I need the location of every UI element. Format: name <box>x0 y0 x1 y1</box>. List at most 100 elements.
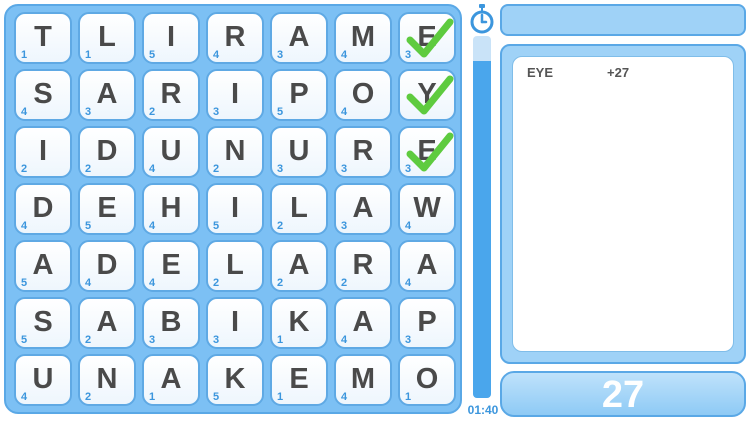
letter-tile[interactable]: Y <box>398 69 456 121</box>
found-word-row: EYE +27 <box>527 65 629 80</box>
letter-tile[interactable]: U4 <box>142 126 200 178</box>
checkmark-icon <box>406 132 454 172</box>
tile-points: 2 <box>85 391 92 403</box>
tile-points: 4 <box>341 49 348 61</box>
tile-points: 3 <box>149 334 156 346</box>
letter-tile[interactable]: U4 <box>14 354 72 406</box>
tile-points: 3 <box>277 163 284 175</box>
tile-points: 2 <box>341 277 348 289</box>
tile-points: 2 <box>149 106 156 118</box>
letter-tile[interactable]: I3 <box>206 297 264 349</box>
tile-points: 4 <box>405 277 412 289</box>
found-words-list: EYE +27 <box>512 56 734 352</box>
tile-points: 4 <box>21 106 28 118</box>
letter-tile[interactable]: E5 <box>78 183 136 235</box>
tile-points: 4 <box>213 49 220 61</box>
letter-tile[interactable]: A1 <box>142 354 200 406</box>
letter-tile[interactable]: A5 <box>14 240 72 292</box>
tile-points: 4 <box>21 220 28 232</box>
letter-tile[interactable]: W4 <box>398 183 456 235</box>
tile-points: 3 <box>341 220 348 232</box>
letter-tile[interactable]: E3 <box>398 126 456 178</box>
tile-points: 4 <box>149 220 156 232</box>
tile-points: 4 <box>149 277 156 289</box>
letter-tile[interactable]: L2 <box>270 183 328 235</box>
found-words-panel: EYE +27 <box>500 44 746 364</box>
letter-tile[interactable]: A3 <box>270 12 328 64</box>
tile-points: 3 <box>277 49 284 61</box>
letter-tile[interactable]: A2 <box>270 240 328 292</box>
letter-tile[interactable]: S5 <box>14 297 72 349</box>
tile-points: 2 <box>213 277 220 289</box>
letter-tile[interactable]: E1 <box>270 354 328 406</box>
found-word-points: +27 <box>607 65 630 80</box>
tile-points: 5 <box>85 220 92 232</box>
letter-tile[interactable]: E4 <box>142 240 200 292</box>
total-score: 27 <box>601 374 645 416</box>
tile-points: 3 <box>341 163 348 175</box>
letter-tile[interactable]: O1 <box>398 354 456 406</box>
tile-points: 1 <box>277 334 284 346</box>
tile-points: 4 <box>85 277 92 289</box>
tile-points: 2 <box>277 220 284 232</box>
tile-points: 1 <box>277 391 284 403</box>
letter-tile[interactable]: B3 <box>142 297 200 349</box>
letter-tile[interactable]: D2 <box>78 126 136 178</box>
letter-tile[interactable]: H4 <box>142 183 200 235</box>
tile-points: 5 <box>21 277 28 289</box>
tile-points: 4 <box>341 391 348 403</box>
letter-tile[interactable]: R4 <box>206 12 264 64</box>
tile-points: 4 <box>21 391 28 403</box>
letter-tile[interactable]: D4 <box>14 183 72 235</box>
tile-points: 2 <box>213 163 220 175</box>
checkmark-icon <box>406 18 454 58</box>
letter-tile[interactable]: M4 <box>334 12 392 64</box>
letter-tile[interactable]: P5 <box>270 69 328 121</box>
letter-tile[interactable]: A2 <box>78 297 136 349</box>
letter-tile[interactable]: K5 <box>206 354 264 406</box>
letter-tile[interactable]: N2 <box>78 354 136 406</box>
letter-tile[interactable]: I5 <box>206 183 264 235</box>
letter-tile[interactable]: S4 <box>14 69 72 121</box>
letter-tile[interactable]: I2 <box>14 126 72 178</box>
tile-points: 5 <box>213 391 220 403</box>
tile-points: 5 <box>213 220 220 232</box>
letter-tile[interactable]: P3 <box>398 297 456 349</box>
letter-tile[interactable]: I5 <box>142 12 200 64</box>
letter-tile[interactable]: U3 <box>270 126 328 178</box>
letter-tile[interactable]: D4 <box>78 240 136 292</box>
tile-points: 2 <box>277 277 284 289</box>
time-remaining-bar <box>473 36 491 398</box>
letter-tile[interactable]: A4 <box>398 240 456 292</box>
found-word: EYE <box>527 65 554 80</box>
tile-points: 4 <box>341 334 348 346</box>
letter-tile[interactable]: T1 <box>14 12 72 64</box>
timer-readout: 01:40 <box>467 403 499 417</box>
letter-tile[interactable]: A3 <box>78 69 136 121</box>
letter-tile[interactable]: A4 <box>334 297 392 349</box>
tile-points: 1 <box>149 391 156 403</box>
stopwatch-icon <box>470 4 494 34</box>
letter-tile[interactable]: N2 <box>206 126 264 178</box>
letter-tile[interactable]: R2 <box>334 240 392 292</box>
letter-tile[interactable]: R3 <box>334 126 392 178</box>
letter-tile[interactable]: M4 <box>334 354 392 406</box>
tile-points: 4 <box>341 106 348 118</box>
letter-tile[interactable]: L2 <box>206 240 264 292</box>
letter-tile[interactable]: L1 <box>78 12 136 64</box>
tile-points: 1 <box>85 49 92 61</box>
tile-points: 4 <box>149 163 156 175</box>
letter-tile[interactable]: A3 <box>334 183 392 235</box>
letter-tile[interactable]: R2 <box>142 69 200 121</box>
tile-points: 3 <box>213 106 220 118</box>
score-panel: 27 <box>500 371 746 417</box>
letter-tile[interactable]: O4 <box>334 69 392 121</box>
letter-tile[interactable]: E3 <box>398 12 456 64</box>
time-remaining-fill <box>473 61 491 398</box>
tile-points: 3 <box>213 334 220 346</box>
letter-tile[interactable]: K1 <box>270 297 328 349</box>
tile-points: 3 <box>85 106 92 118</box>
tile-points: 5 <box>277 106 284 118</box>
checkmark-icon <box>406 75 454 115</box>
letter-tile[interactable]: I3 <box>206 69 264 121</box>
